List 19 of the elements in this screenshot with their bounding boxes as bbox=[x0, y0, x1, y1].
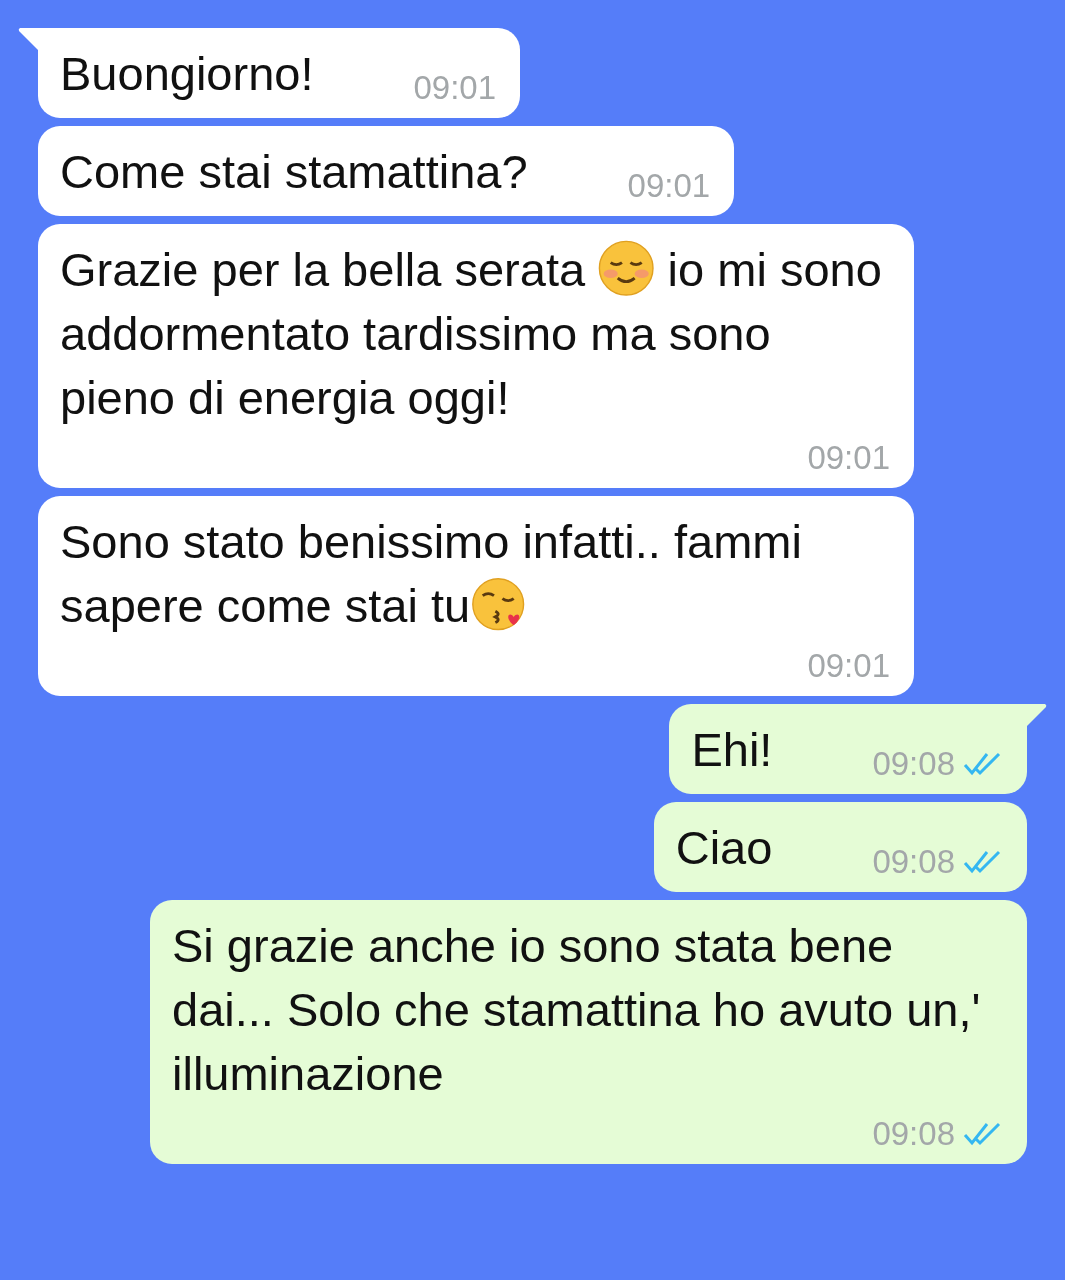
kissing-face-icon bbox=[470, 575, 527, 633]
message-time: 09:01 bbox=[413, 70, 497, 106]
message-time: 09:01 bbox=[627, 168, 711, 204]
message-text: Come stai stamattina? bbox=[60, 144, 528, 200]
message-time: 09:08 bbox=[872, 844, 955, 880]
message-text: Ehi! bbox=[691, 722, 773, 778]
smiling-face-icon bbox=[598, 239, 655, 297]
message-text: Buongiorno! bbox=[60, 46, 314, 102]
message-text: Si grazie anche io sono stata bene dai... Solo che stamattina ho avuto un,' illuminazione bbox=[172, 918, 982, 1102]
double-check-icon bbox=[963, 1121, 1003, 1147]
message-time: 09:01 bbox=[807, 440, 890, 476]
message-time: 09:08 bbox=[872, 746, 955, 782]
message-text: Ciao bbox=[675, 820, 773, 876]
message-text: Sono stato benissimo infatti.. fammi sapere come stai tu bbox=[60, 514, 803, 635]
message-time: 09:08 bbox=[872, 1116, 955, 1152]
message-text: Grazie per la bella serata io mi sono addormentato tardissimo ma sono pieno di energia oggi! bbox=[60, 238, 890, 430]
message-time: 09:01 bbox=[807, 648, 890, 684]
double-check-icon bbox=[963, 751, 1003, 777]
double-check-icon bbox=[963, 849, 1003, 875]
